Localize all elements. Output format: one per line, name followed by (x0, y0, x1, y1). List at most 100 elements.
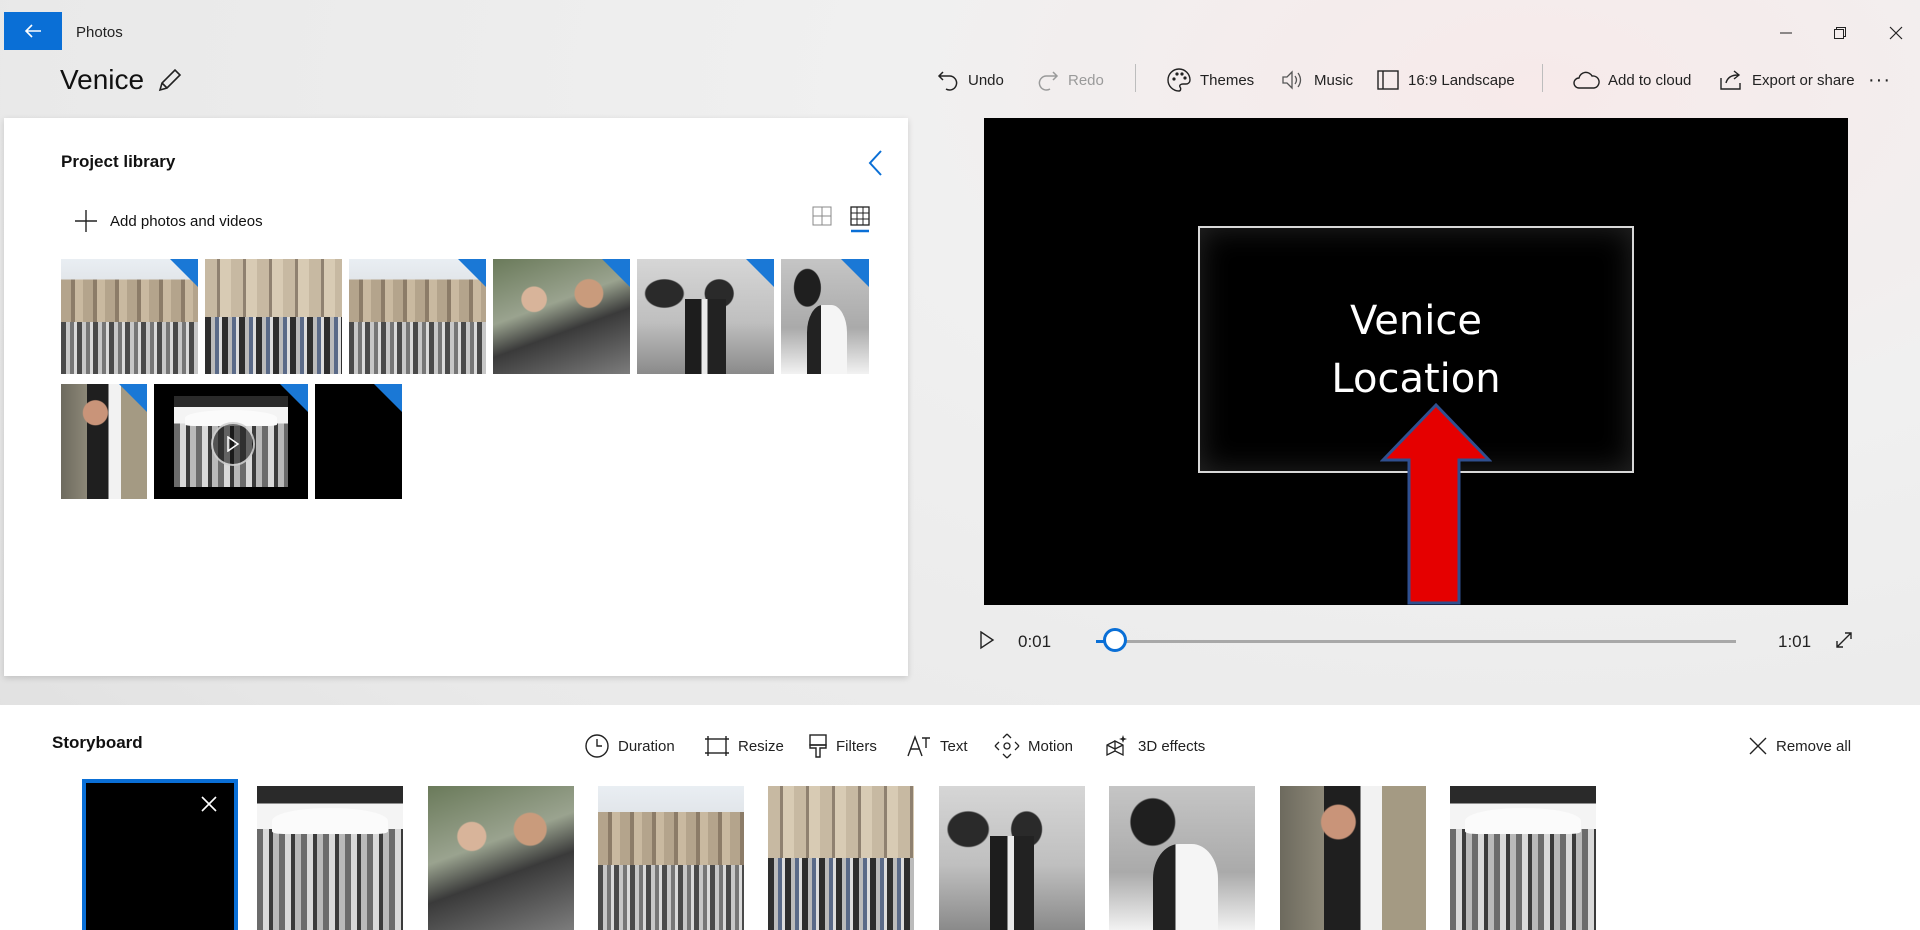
play-icon (980, 630, 995, 650)
library-item-photo[interactable] (61, 259, 198, 374)
used-in-project-badge (119, 384, 147, 412)
seek-thumb[interactable] (1103, 628, 1128, 652)
storyboard-clip[interactable] (768, 786, 914, 930)
used-in-project-badge (602, 259, 630, 287)
add-photos-videos-label: Add photos and videos (110, 212, 263, 230)
text-button[interactable]: Text (906, 733, 968, 759)
large-thumbnails-view-button[interactable] (812, 206, 834, 228)
storyboard-title: Storyboard (52, 733, 143, 752)
filters-button[interactable]: Filters (808, 733, 877, 759)
back-button[interactable] (4, 12, 62, 50)
palette-icon (1167, 68, 1191, 92)
motion-icon (994, 733, 1020, 759)
more-options-button[interactable]: ··· (1868, 66, 1891, 94)
library-item-video[interactable] (154, 384, 308, 499)
app-title: Photos (76, 24, 123, 41)
storyboard-clip[interactable] (939, 786, 1085, 930)
project-title: Venice (60, 64, 145, 95)
minimize-icon (1780, 32, 1792, 34)
large-grid-icon (812, 206, 832, 226)
undo-button[interactable]: Undo (936, 66, 1004, 94)
duration-button[interactable]: Duration (584, 733, 675, 759)
paint-brush-icon (809, 734, 827, 758)
minimize-button[interactable] (1766, 18, 1806, 48)
storyboard-clip[interactable] (598, 786, 744, 930)
3d-cube-icon (1106, 735, 1127, 757)
total-time: 1:01 (1778, 632, 1812, 651)
photo-thumbnail (205, 259, 342, 374)
library-item-title-card[interactable] (315, 384, 402, 499)
clip-thumbnail (768, 786, 914, 930)
redo-label: Redo (1068, 71, 1104, 89)
used-in-project-badge (746, 259, 774, 287)
add-photos-videos-button[interactable]: Add photos and videos (74, 208, 263, 234)
close-button[interactable] (1876, 18, 1916, 48)
fullscreen-button[interactable] (1834, 630, 1856, 652)
used-in-project-badge (458, 259, 486, 287)
aspect-ratio-icon (1377, 70, 1399, 90)
close-icon (1889, 26, 1903, 40)
resize-label: Resize (738, 737, 784, 755)
back-arrow-icon (24, 24, 41, 38)
used-in-project-badge (280, 384, 308, 412)
chevron-left-icon (868, 150, 882, 176)
library-item-photo[interactable] (205, 259, 342, 374)
speaker-icon (1282, 70, 1302, 90)
3d-effects-button[interactable]: 3D effects (1104, 733, 1205, 759)
storyboard-clip[interactable] (428, 786, 574, 930)
redo-button[interactable]: Redo (1036, 66, 1104, 94)
redo-icon (1038, 71, 1059, 91)
restore-button[interactable] (1820, 18, 1860, 48)
project-library-title: Project library (61, 152, 176, 171)
storyboard-clip[interactable] (1280, 786, 1426, 930)
remove-all-button[interactable]: Remove all (1748, 733, 1851, 759)
small-grid-icon (850, 206, 870, 233)
storyboard-clip[interactable] (1109, 786, 1255, 930)
music-button[interactable]: Music (1280, 66, 1353, 94)
themes-button[interactable]: Themes (1166, 66, 1254, 94)
used-in-project-badge (841, 259, 869, 287)
clip-thumbnail (939, 786, 1085, 930)
pencil-icon (158, 68, 182, 92)
close-icon (1749, 737, 1767, 755)
small-thumbnails-view-button[interactable] (850, 206, 872, 234)
play-icon (211, 421, 255, 466)
aspect-ratio-label: 16:9 Landscape (1408, 71, 1515, 89)
library-item-photo[interactable] (781, 259, 869, 374)
used-in-project-badge (374, 384, 402, 412)
themes-label: Themes (1200, 71, 1255, 89)
add-to-cloud-button[interactable]: Add to cloud (1572, 66, 1691, 94)
storyboard-clip-selected[interactable] (82, 779, 238, 930)
play-button[interactable] (978, 630, 1000, 652)
cloud-icon (1573, 71, 1600, 89)
library-item-photo[interactable] (61, 384, 147, 499)
export-share-button[interactable]: Export or share (1718, 66, 1855, 94)
clip-thumbnail (428, 786, 574, 930)
library-item-photo[interactable] (637, 259, 774, 374)
collapse-library-button[interactable] (866, 148, 892, 180)
storyboard-clip[interactable] (257, 786, 403, 930)
export-share-label: Export or share (1752, 71, 1855, 89)
title-card-line-1: Venice (1350, 297, 1482, 344)
storyboard-clip[interactable] (1450, 786, 1596, 930)
motion-button[interactable]: Motion (994, 733, 1073, 759)
clip-thumbnail (1109, 786, 1255, 930)
remove-all-label: Remove all (1776, 737, 1852, 755)
seek-bar[interactable] (1096, 640, 1736, 643)
remove-clip-button[interactable] (200, 795, 222, 817)
storyboard-panel: Storyboard Duration Resize Filters Text … (0, 705, 1920, 930)
library-item-photo[interactable] (349, 259, 486, 374)
more-options-icon: ··· (1868, 68, 1891, 91)
library-item-photo[interactable] (493, 259, 630, 374)
undo-label: Undo (968, 71, 1004, 89)
clip-thumbnail (1450, 786, 1596, 930)
clip-thumbnail (257, 786, 403, 930)
rename-project-button[interactable] (156, 66, 186, 96)
3d-effects-label: 3D effects (1138, 737, 1206, 755)
title-card-line-2: Location (1331, 355, 1501, 402)
resize-button[interactable]: Resize (704, 733, 784, 759)
aspect-ratio-button[interactable]: 16:9 Landscape (1376, 66, 1515, 94)
current-time: 0:01 (1018, 632, 1052, 651)
text-icon (907, 734, 930, 757)
clock-icon (585, 734, 609, 758)
